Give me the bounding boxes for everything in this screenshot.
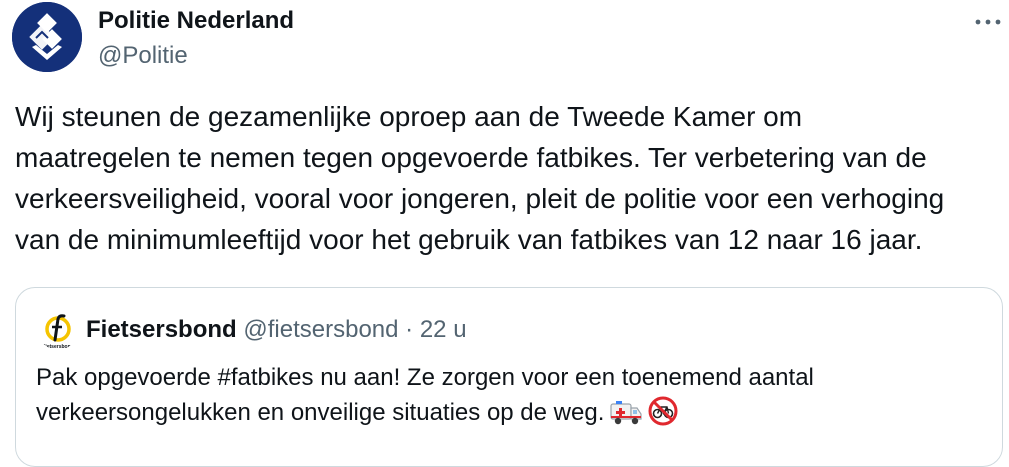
quote-header: Fietsersbond @fietsersbond · 22 u [86,316,467,344]
quote-timestamp[interactable]: 22 u [420,316,467,343]
ambulance-emoji [610,400,642,436]
quote-author-display-name[interactable]: Fietsersbond [86,316,237,343]
tweet-text: Wij steunen de gezamenlijke oproep aan d… [15,101,945,255]
quote-text-body: Pak opgevoerde #fatbikes nu aan! Ze zorg… [36,364,814,426]
tweet: Politie Nederland @Politie Wij steunen d… [0,0,1009,467]
fietsersbond-avatar[interactable]: Fietsersbond [38,310,78,350]
author-display-name[interactable]: Politie Nederland [98,7,294,35]
quote-author-handle[interactable]: @fietsersbond [243,316,398,343]
politie-avatar[interactable] [12,2,82,72]
no-bicycles-emoji [648,396,678,436]
quote-separator: · [405,316,414,343]
fietsersbond-logo-icon: Fietsersbond [38,310,78,350]
more-options-button[interactable] [970,8,1006,36]
author-handle[interactable]: @Politie [98,42,188,70]
quoted-tweet-card[interactable]: Fietsersbond Fietsersbond @fietsersbond … [15,287,1003,467]
quote-text: Pak opgevoerde #fatbikes nu aan! Ze zorg… [36,360,986,436]
fietsersbond-logo-text: Fietsersbond [42,344,73,350]
more-horizontal-icon [975,19,1001,25]
politie-logo-icon [12,2,82,72]
